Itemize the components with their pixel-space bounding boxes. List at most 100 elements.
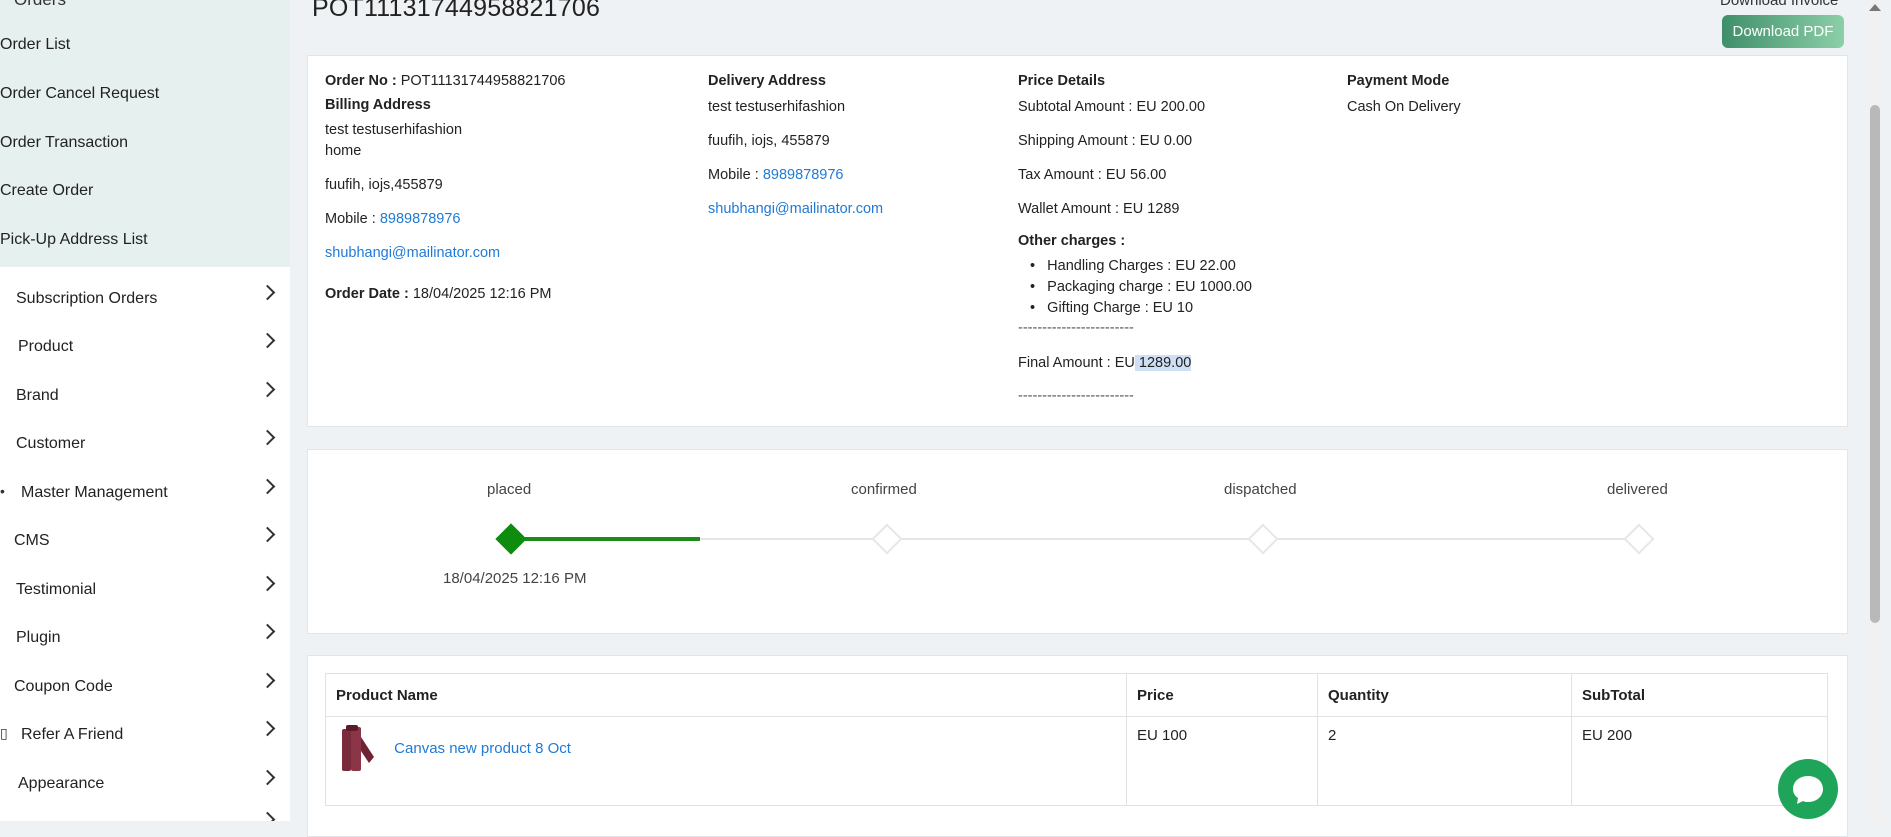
chevron-right-icon (259, 478, 276, 495)
status-step-dispatched: dispatched (1224, 481, 1297, 498)
delivery-mobile-row: Mobile : 8989878976 (708, 167, 843, 183)
sidebar-item-subscription-orders[interactable]: Subscription Orders (0, 281, 290, 321)
sidebar-item-testimonial[interactable]: Testimonial (0, 572, 290, 612)
sidebar-item-label: Appearance (18, 775, 105, 792)
sidebar-section-label: Orders (14, 0, 66, 9)
list-item: • Packaging charge : EU 1000.00 (1030, 279, 1252, 295)
mobile-link[interactable]: 8989878976 (763, 167, 844, 183)
chevron-right-icon (259, 720, 276, 737)
other-charges-title: Other charges : (1018, 233, 1126, 249)
delivery-title: Delivery Address (708, 73, 826, 89)
download-pdf-button[interactable]: Download PDF (1722, 15, 1844, 48)
email-link[interactable]: shubhangi@mailinator.com (325, 245, 500, 261)
billing-title: Billing Address (325, 97, 431, 113)
sidebar-item-label: Subscription Orders (16, 290, 158, 307)
delivery-email-link[interactable]: shubhangi@mailinator.com (708, 201, 883, 217)
subtotal-amount: Subtotal Amount : EU 200.00 (1018, 99, 1206, 115)
billing-mobile-row: Mobile : 8989878976 (325, 211, 460, 227)
status-placed-date: 18/04/2025 12:16 PM (443, 570, 587, 587)
product-thumbnail (342, 725, 374, 771)
sidebar-subitem-create-order[interactable]: Create Order (0, 182, 93, 200)
billing-type: home (325, 143, 362, 159)
sidebar-subitem-pickup-address-list[interactable]: Pick-Up Address List (0, 231, 148, 249)
sidebar-item-label: Product (18, 338, 74, 355)
sidebar-item-appearance[interactable]: Appearance (0, 766, 290, 806)
chat-button[interactable] (1778, 759, 1838, 819)
chevron-right-icon (259, 769, 276, 786)
tax-amount: Tax Amount : EU 56.00 (1018, 167, 1167, 183)
chevron-right-icon (259, 332, 276, 349)
download-invoice-label: Download Invoice (1720, 0, 1839, 9)
order-date-value: 18/04/2025 12:16 PM (412, 286, 552, 302)
mobile-label: Mobile : (325, 211, 376, 227)
sidebar: Orders Order List Order Cancel Request O… (0, 0, 290, 821)
chevron-right-icon (259, 526, 276, 543)
mobile-label: Mobile : (708, 167, 759, 183)
chevron-right-icon (259, 623, 276, 640)
sidebar-item-cms[interactable]: CMS (0, 523, 290, 563)
gift-icon: ▯ (0, 725, 8, 741)
chevron-right-icon (259, 429, 276, 446)
shipping-amount: Shipping Amount : EU 0.00 (1018, 133, 1193, 149)
chevron-right-icon (259, 575, 276, 592)
column-header: Quantity (1317, 673, 1572, 717)
order-no-row: Order No : POT11131744958821706 (325, 73, 565, 89)
sidebar-item-label: Testimonial (16, 581, 97, 598)
chevron-right-icon (259, 672, 276, 689)
table-header-row: Product Name Price Quantity SubTotal (325, 673, 1828, 717)
orders-submenu: Orders Order List Order Cancel Request O… (0, 0, 290, 267)
scroll-up-icon[interactable] (1869, 4, 1881, 11)
order-date-row: Order Date : 18/04/2025 12:16 PM (325, 286, 552, 302)
order-no-label: Order No : (325, 73, 397, 89)
sidebar-item-product[interactable]: Product (0, 329, 290, 369)
scrollbar-thumb[interactable] (1870, 105, 1880, 623)
order-date-label: Order Date : (325, 286, 409, 302)
status-progress (512, 537, 700, 541)
sidebar-section-orders[interactable]: Orders (14, 0, 66, 10)
quantity-cell: 2 (1317, 716, 1572, 806)
sidebar-item-customer[interactable]: Customer (0, 426, 290, 466)
chevron-right-icon (259, 811, 276, 821)
page-title: POT11131744958821706 (312, 0, 601, 22)
chevron-right-icon (259, 284, 276, 301)
sidebar-item-label: Refer A Friend (21, 726, 124, 743)
status-step-delivered: delivered (1607, 481, 1668, 498)
sidebar-item-label: Master Management (21, 484, 168, 501)
sidebar-item-more[interactable] (0, 808, 290, 821)
list-item: • Handling Charges : EU 22.00 (1030, 258, 1236, 274)
chevron-right-icon (259, 381, 276, 398)
divider: ------------------------ (1018, 388, 1134, 404)
billing-address: fuufih, iojs,455879 (325, 177, 443, 193)
divider: ------------------------ (1018, 320, 1134, 336)
status-step-confirmed: confirmed (851, 481, 917, 498)
sidebar-item-master-management[interactable]: • Master Management (0, 475, 290, 515)
list-item: • Gifting Charge : EU 10 (1030, 300, 1194, 316)
product-link[interactable]: Canvas new product 8 Oct (394, 740, 571, 757)
sidebar-subitem-order-transaction[interactable]: Order Transaction (0, 134, 128, 152)
order-no-value: POT11131744958821706 (400, 73, 566, 89)
final-amount-value: 1289.00 (1134, 355, 1192, 371)
sidebar-item-brand[interactable]: Brand (0, 378, 290, 418)
delivery-name: test testuserhifashion (708, 99, 846, 115)
sidebar-item-coupon-code[interactable]: Coupon Code (0, 669, 290, 709)
sidebar-subitem-order-list[interactable]: Order List (0, 36, 70, 54)
gifting-charge: Gifting Charge : EU 10 (1047, 300, 1194, 316)
mobile-link[interactable]: 8989878976 (380, 211, 461, 227)
column-header: Price (1126, 673, 1318, 717)
chat-bubble-icon (1793, 776, 1823, 804)
sidebar-item-plugin[interactable]: Plugin (0, 620, 290, 660)
price-cell: EU 100 (1126, 716, 1318, 806)
payment-mode-title: Payment Mode (1347, 73, 1450, 89)
column-header: SubTotal (1571, 673, 1828, 717)
packaging-charge: Packaging charge : EU 1000.00 (1047, 279, 1252, 295)
sidebar-item-label: CMS (14, 532, 50, 549)
column-header: Product Name (325, 673, 1127, 717)
wallet-amount: Wallet Amount : EU 1289 (1018, 201, 1180, 217)
table-row: Canvas new product 8 Oct EU 100 2 EU 200 (325, 716, 1828, 806)
sidebar-item-label: Customer (16, 435, 86, 452)
final-amount-prefix: EU (1114, 355, 1135, 371)
sidebar-item-label: Brand (16, 387, 59, 404)
sidebar-subitem-order-cancel-request[interactable]: Order Cancel Request (0, 85, 159, 103)
sidebar-item-refer-a-friend[interactable]: ▯ Refer A Friend (0, 717, 290, 757)
billing-name: test testuserhifashion (325, 122, 463, 138)
